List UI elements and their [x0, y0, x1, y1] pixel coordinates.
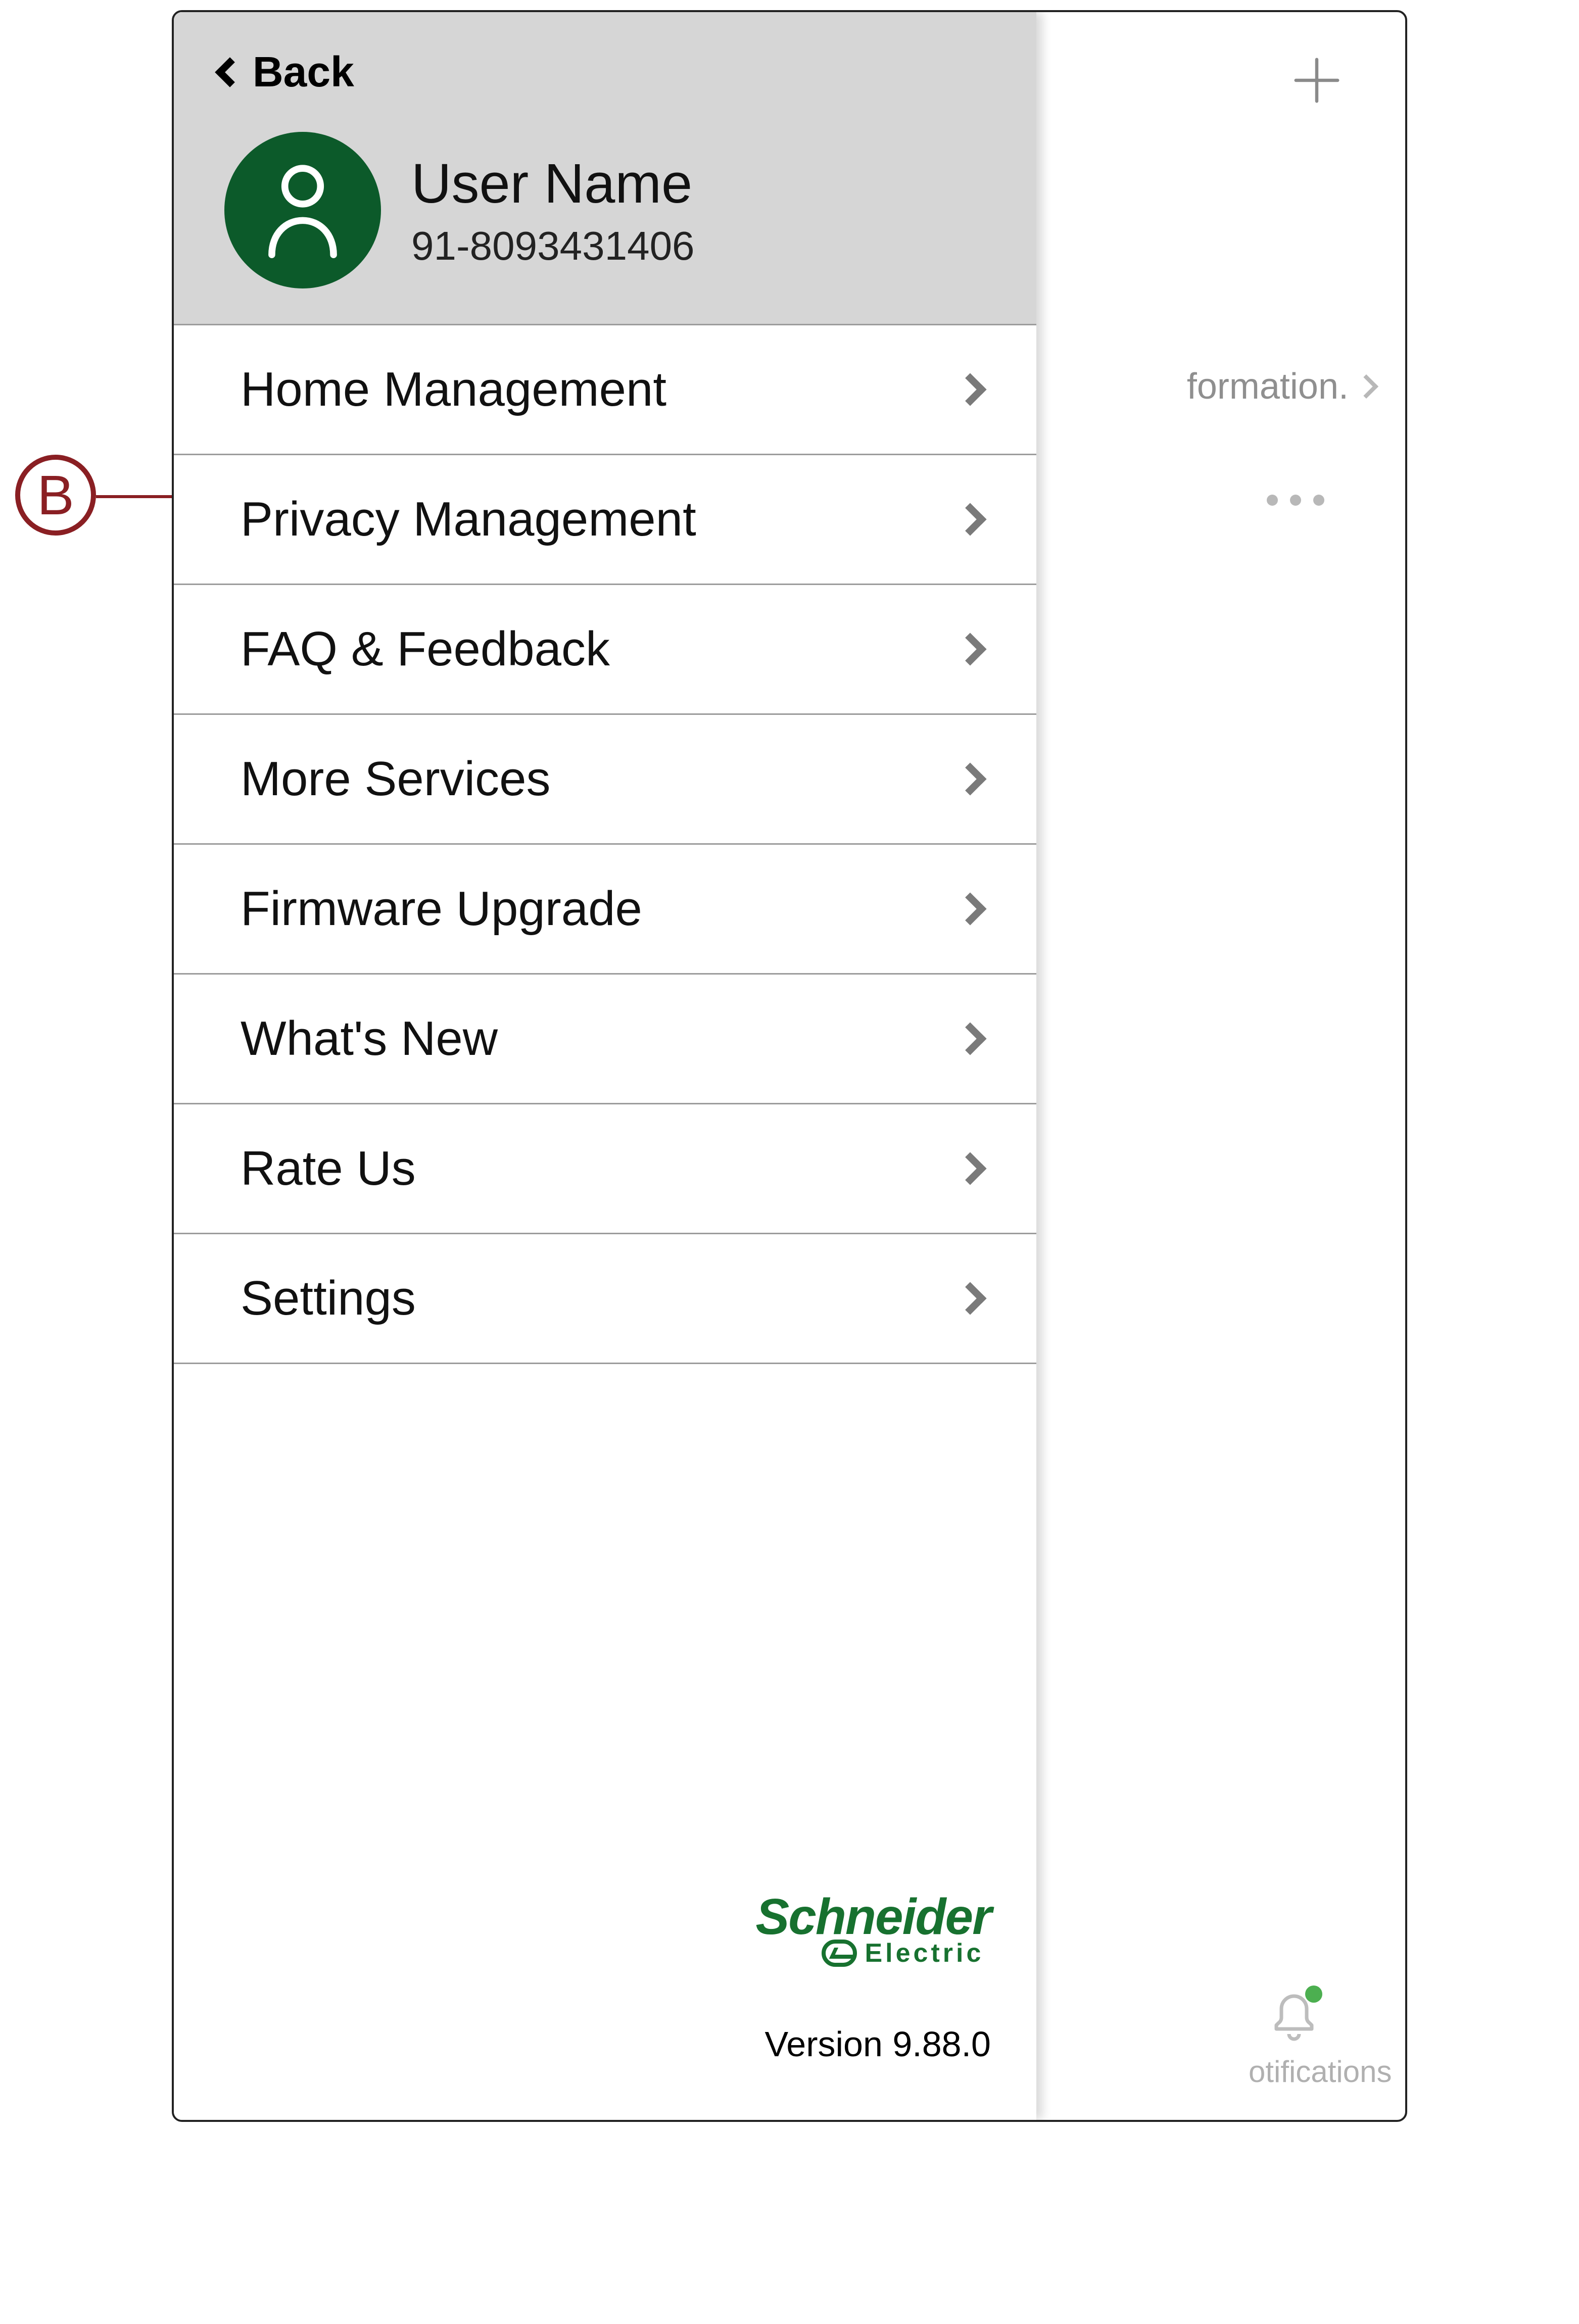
back-label: Back: [253, 47, 354, 96]
chevron-right-icon: [953, 1152, 986, 1185]
menu-item-home-management[interactable]: Home Management: [174, 324, 1036, 455]
brand-subname: Electric: [865, 1938, 984, 1968]
side-drawer: Back User Name 91-8093431406: [174, 12, 1036, 2120]
app-version: Version 9.88.0: [174, 2024, 991, 2064]
menu-item-label: FAQ & Feedback: [241, 621, 610, 677]
profile-name: User Name: [411, 152, 695, 216]
avatar: [224, 132, 381, 288]
add-device-button[interactable]: [1289, 53, 1345, 108]
dot-icon: [1267, 495, 1278, 506]
menu-item-label: More Services: [241, 751, 551, 807]
background-info-row[interactable]: formation.: [1187, 366, 1375, 407]
annotation-callout-b: B: [15, 455, 96, 536]
drawer-menu: Home Management Privacy Management FAQ &…: [174, 324, 1036, 1364]
back-button[interactable]: Back: [219, 47, 1001, 96]
chevron-right-icon: [953, 1282, 986, 1315]
menu-item-firmware-upgrade[interactable]: Firmware Upgrade: [174, 845, 1036, 975]
dot-icon: [1290, 495, 1301, 506]
background-info-fragment: formation.: [1187, 366, 1349, 407]
phone-frame: formation. otifications Back: [172, 10, 1407, 2122]
notifications-tab[interactable]: otifications: [1264, 1989, 1324, 2049]
chevron-right-icon: [953, 503, 986, 536]
chevron-right-icon: [953, 633, 986, 665]
chevron-right-icon: [953, 1022, 986, 1055]
dot-icon: [1313, 495, 1324, 506]
menu-item-privacy-management[interactable]: Privacy Management: [174, 455, 1036, 585]
drawer-header: Back User Name 91-8093431406: [174, 12, 1036, 324]
menu-item-label: Firmware Upgrade: [241, 881, 642, 937]
chevron-right-icon: [953, 373, 986, 406]
brand-name: Schneider: [756, 1888, 991, 1946]
menu-item-faq-feedback[interactable]: FAQ & Feedback: [174, 585, 1036, 715]
chevron-right-icon: [953, 892, 986, 925]
drawer-footer: Schneider Electric Version 9.88.0: [174, 1888, 1036, 2120]
annotation-callout-line: [96, 495, 172, 498]
chevron-left-icon: [215, 57, 245, 87]
menu-item-whats-new[interactable]: What's New: [174, 975, 1036, 1104]
menu-item-rate-us[interactable]: Rate Us: [174, 1104, 1036, 1234]
profile-row[interactable]: User Name 91-8093431406: [219, 132, 1001, 288]
plus-icon: [1289, 53, 1345, 108]
chevron-right-icon: [1354, 374, 1378, 399]
notifications-label-fragment: otifications: [1249, 2054, 1392, 2089]
more-menu-button[interactable]: [1267, 495, 1324, 506]
annotation-callout-letter: B: [37, 463, 74, 527]
menu-item-label: Settings: [241, 1271, 416, 1326]
brand-logo: Schneider Electric: [756, 1888, 991, 1968]
menu-item-label: Privacy Management: [241, 492, 696, 547]
chevron-right-icon: [953, 762, 986, 795]
menu-item-label: Rate Us: [241, 1141, 416, 1196]
notification-indicator-icon: [1305, 1986, 1322, 2003]
brand-glyph-icon: [822, 1940, 857, 1967]
menu-item-label: Home Management: [241, 362, 666, 417]
menu-item-label: What's New: [241, 1011, 498, 1067]
menu-item-settings[interactable]: Settings: [174, 1234, 1036, 1364]
menu-item-more-services[interactable]: More Services: [174, 715, 1036, 845]
profile-phone: 91-8093431406: [411, 223, 695, 269]
person-icon: [260, 162, 346, 258]
